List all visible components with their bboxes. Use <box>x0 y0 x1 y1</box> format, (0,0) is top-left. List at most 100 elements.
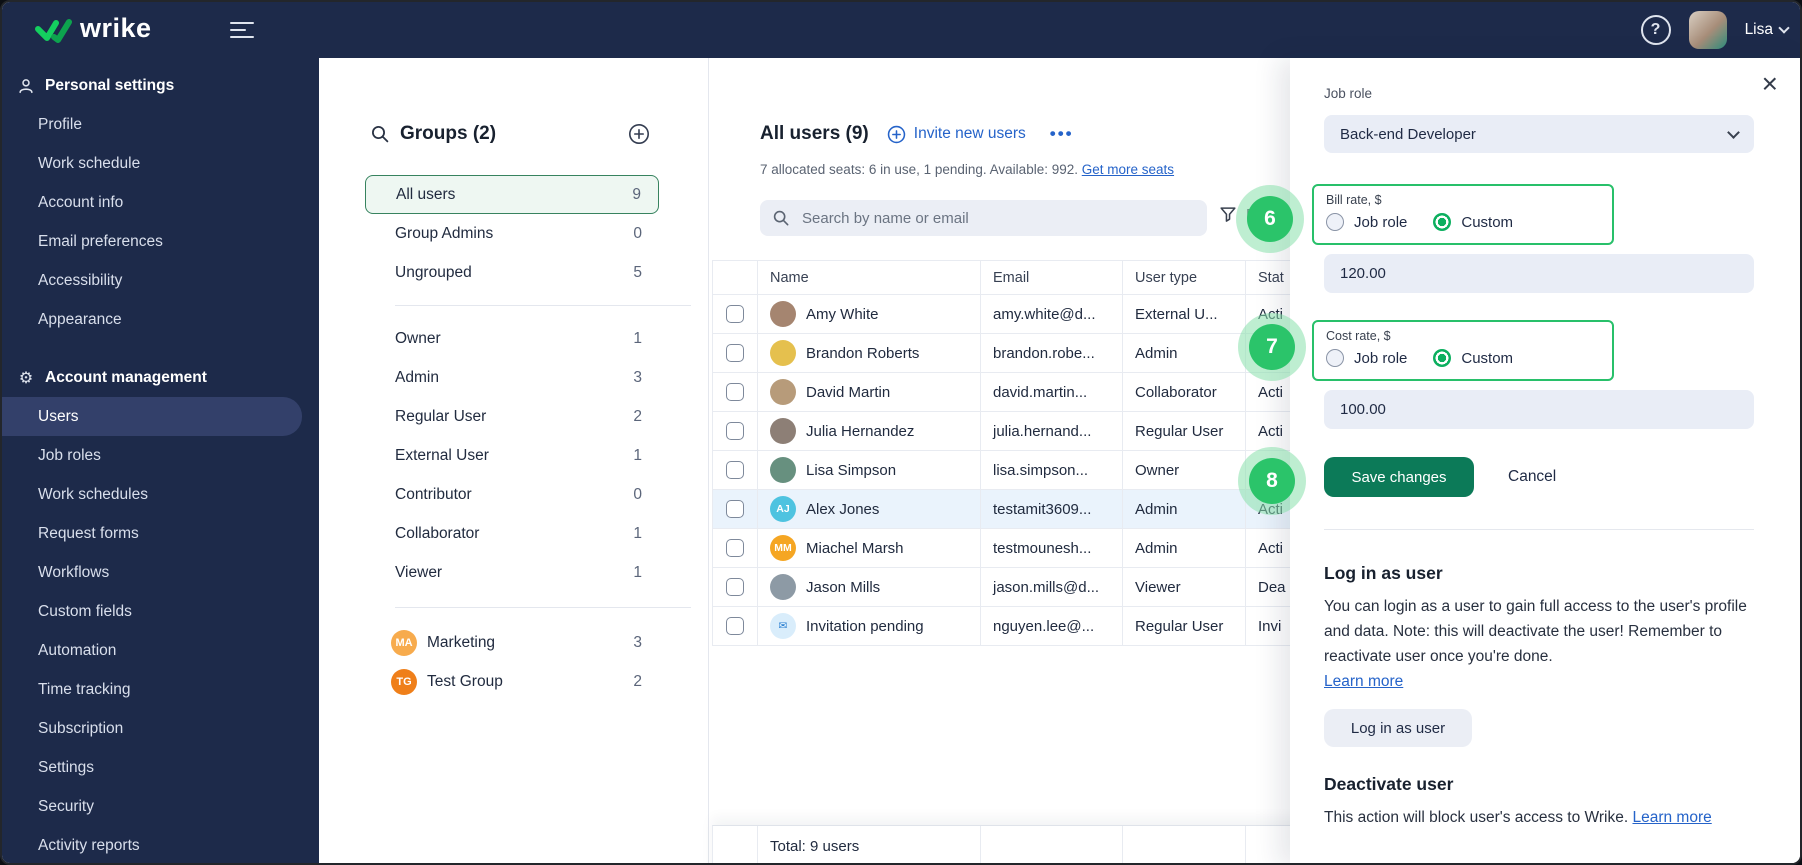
table-row[interactable]: Julia Hernandez julia.hernand... Regular… <box>713 412 1366 451</box>
row-avatar <box>770 457 796 483</box>
team-count: 3 <box>633 633 642 651</box>
col-header-email[interactable]: Email <box>981 261 1123 294</box>
login-as-user-heading: Log in as user <box>1324 563 1443 583</box>
user-name-cell: Jason Mills <box>806 578 881 596</box>
role-item[interactable]: Viewer 1 <box>365 553 659 592</box>
role-item[interactable]: Contributor 0 <box>365 475 659 514</box>
sidebar-item[interactable]: Work schedules <box>2 475 319 514</box>
table-row[interactable]: MM Miachel Marsh testmounesh... Admin Ac… <box>713 529 1366 568</box>
group-item[interactable]: All users 9 <box>365 175 659 214</box>
table-row[interactable]: Jason Mills jason.mills@d... Viewer Dea <box>713 568 1366 607</box>
wrike-logo[interactable]: wrike <box>35 13 152 44</box>
get-more-seats-link[interactable]: Get more seats <box>1082 162 1174 177</box>
cancel-button[interactable]: Cancel <box>1502 457 1562 497</box>
save-changes-button[interactable]: Save changes <box>1324 457 1474 497</box>
cost-rate-input[interactable]: 100.00 <box>1324 390 1754 429</box>
cost-rate-custom-option[interactable]: Custom <box>1433 349 1513 367</box>
learn-more-link[interactable]: Learn more <box>1632 809 1711 826</box>
row-checkbox[interactable] <box>726 500 744 518</box>
wrike-logo-icon <box>35 19 72 43</box>
radio-off-icon[interactable] <box>1326 349 1344 367</box>
col-header-type[interactable]: User type <box>1123 261 1246 294</box>
user-email-cell: amy.white@d... <box>981 295 1123 333</box>
section-personal-settings[interactable]: Personal settings <box>2 66 319 105</box>
seats-summary: 7 allocated seats: 6 in use, 1 pending. … <box>760 162 1175 177</box>
sidebar-item[interactable]: Account info <box>2 183 319 222</box>
row-checkbox[interactable] <box>726 383 744 401</box>
cost-rate-jobrole-option[interactable]: Job role <box>1326 349 1407 367</box>
sidebar-item[interactable]: Security <box>2 787 319 826</box>
row-checkbox[interactable] <box>726 305 744 323</box>
sidebar-item[interactable]: Custom fields <box>2 592 319 631</box>
sidebar-item[interactable]: Settings <box>2 748 319 787</box>
group-item[interactable]: Ungrouped 5 <box>365 253 659 292</box>
sidebar-item[interactable]: Time tracking <box>2 670 319 709</box>
radio-on-icon[interactable] <box>1433 349 1452 367</box>
invite-new-users-button[interactable]: Invite new users <box>887 125 1026 144</box>
chevron-down-icon <box>1727 125 1740 139</box>
bill-rate-box: Bill rate, $ Job role Custom <box>1312 184 1614 245</box>
sidebar-item[interactable]: Appearance <box>2 300 319 339</box>
table-row[interactable]: ✉ Invitation pending nguyen.lee@... Regu… <box>713 607 1366 646</box>
user-avatar[interactable] <box>1688 11 1727 49</box>
row-checkbox[interactable] <box>726 578 744 596</box>
group-count: 9 <box>632 185 641 203</box>
user-name-label: Lisa <box>1744 21 1773 38</box>
bill-rate-custom-option[interactable]: Custom <box>1433 213 1513 231</box>
user-type-cell: Admin <box>1123 529 1246 567</box>
role-item[interactable]: Regular User 2 <box>365 397 659 436</box>
learn-more-link[interactable]: Learn more <box>1324 669 1403 694</box>
col-header-name[interactable]: Name <box>758 261 981 294</box>
role-item[interactable]: Owner 1 <box>365 319 659 358</box>
search-input[interactable] <box>800 208 1180 228</box>
user-type-cell: Viewer <box>1123 568 1246 606</box>
role-item[interactable]: External User 1 <box>365 436 659 475</box>
account-management-items: Users Job roles Work schedules Request f… <box>2 397 319 863</box>
bill-rate-jobrole-option[interactable]: Job role <box>1326 213 1407 231</box>
radio-on-icon[interactable] <box>1433 213 1452 231</box>
bill-rate-input[interactable]: 120.00 <box>1324 254 1754 293</box>
sidebar-item[interactable]: Automation <box>2 631 319 670</box>
sidebar-item[interactable]: Job roles <box>2 436 319 475</box>
user-email-cell: testamit3609... <box>981 490 1123 528</box>
group-count: 5 <box>633 263 642 281</box>
top-bar: wrike ? Lisa <box>2 2 1800 58</box>
team-item[interactable]: MA Marketing 3 <box>365 623 659 662</box>
hamburger-menu-icon[interactable] <box>229 17 254 43</box>
search-icon[interactable] <box>370 124 390 144</box>
row-checkbox[interactable] <box>726 422 744 440</box>
row-checkbox[interactable] <box>726 617 744 635</box>
team-item[interactable]: TG Test Group 2 <box>365 662 659 701</box>
role-count: 1 <box>633 524 642 542</box>
help-icon[interactable]: ? <box>1640 15 1671 45</box>
sidebar-item[interactable]: Accessibility <box>2 261 319 300</box>
close-icon[interactable]: × <box>1762 70 1778 98</box>
user-name-cell: Lisa Simpson <box>806 461 897 479</box>
add-group-icon[interactable] <box>628 123 650 145</box>
more-options-button[interactable]: ••• <box>1050 124 1074 144</box>
role-item[interactable]: Collaborator 1 <box>365 514 659 553</box>
user-search[interactable] <box>760 200 1207 236</box>
radio-off-icon[interactable] <box>1326 213 1344 231</box>
group-item[interactable]: Group Admins 0 <box>365 214 659 253</box>
sidebar-item[interactable]: Subscription <box>2 709 319 748</box>
user-name-cell: Alex Jones <box>806 500 880 518</box>
user-menu[interactable]: Lisa <box>1744 21 1790 39</box>
row-avatar <box>770 574 796 600</box>
user-email-cell: brandon.robe... <box>981 334 1123 372</box>
row-checkbox[interactable] <box>726 461 744 479</box>
sidebar-item[interactable]: Activity reports <box>2 826 319 863</box>
sidebar-item[interactable]: Work schedule <box>2 144 319 183</box>
sidebar-item[interactable]: Email preferences <box>2 222 319 261</box>
user-type-cell: Regular User <box>1123 607 1246 645</box>
sidebar-item[interactable]: Users <box>2 397 302 436</box>
job-role-select[interactable]: Back-end Developer <box>1324 115 1754 153</box>
sidebar-item[interactable]: Request forms <box>2 514 319 553</box>
row-checkbox[interactable] <box>726 539 744 557</box>
section-account-management[interactable]: ⚙ Account management <box>2 358 319 397</box>
sidebar-item[interactable]: Profile <box>2 105 319 144</box>
sidebar-item[interactable]: Workflows <box>2 553 319 592</box>
role-item[interactable]: Admin 3 <box>365 358 659 397</box>
login-as-user-button[interactable]: Log in as user <box>1324 709 1472 747</box>
row-checkbox[interactable] <box>726 344 744 362</box>
